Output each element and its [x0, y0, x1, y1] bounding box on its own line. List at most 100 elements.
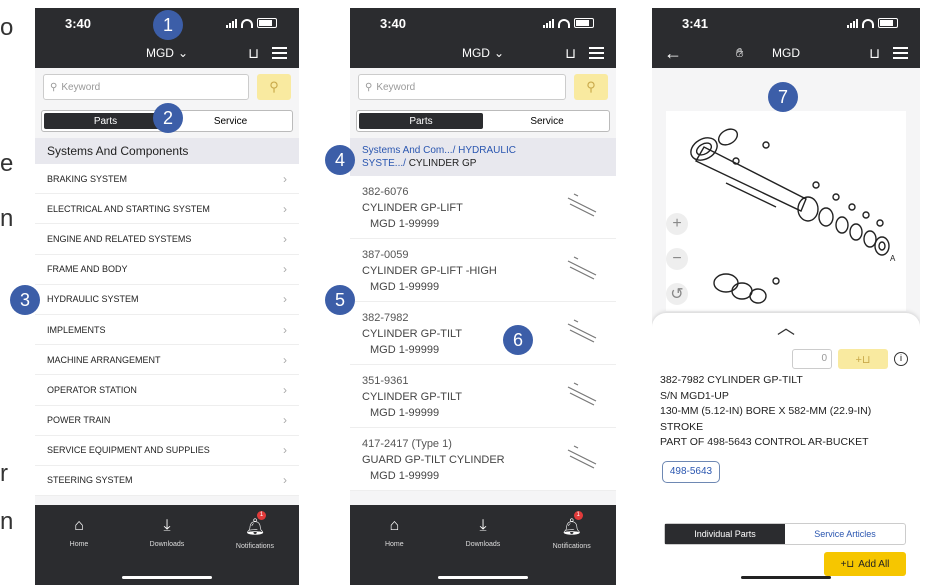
part-thumbnail: [567, 319, 597, 343]
tab-service[interactable]: Service: [169, 111, 292, 131]
cart-icon[interactable]: ⊔: [248, 45, 259, 62]
breadcrumb-link[interactable]: Systems And Com.../: [362, 145, 455, 156]
tab-home[interactable]: ⌂ Home: [359, 517, 429, 585]
tab-individual-parts[interactable]: Individual Parts: [665, 524, 785, 544]
add-to-cart-button[interactable]: +⊔: [838, 349, 888, 369]
description-line: S/N MGD1-UP: [660, 389, 729, 402]
list-item[interactable]: OPERATOR STATION ›: [35, 375, 299, 406]
zoom-in-icon[interactable]: +: [666, 213, 688, 235]
cart-icon[interactable]: ⊔: [565, 45, 576, 62]
annotation-badge: 4: [325, 145, 355, 175]
parts-list: 382-6076 CYLINDER GP-LIFT MGD 1-99999 387-0…: [350, 176, 616, 491]
hamburger-menu-icon[interactable]: [589, 47, 604, 59]
edge-text-fragment: e: [0, 150, 14, 177]
edge-text-fragment: o: [0, 14, 14, 41]
list-item-label: POWER TRAIN: [47, 415, 111, 426]
list-item-label: SERVICE EQUIPMENT AND SUPPLIES: [47, 445, 210, 456]
status-time: 3:41: [682, 15, 709, 31]
list-item[interactable]: STEERING SYSTEM ›: [35, 465, 299, 497]
tab-service[interactable]: Service: [485, 111, 609, 131]
reset-view-icon[interactable]: ↺: [666, 283, 688, 305]
list-item[interactable]: BRAKING SYSTEM ›: [35, 164, 299, 195]
list-item[interactable]: FRAME AND BODY ›: [35, 254, 299, 285]
search-input[interactable]: ⚲ Keyword: [358, 74, 566, 100]
phone-screen-parts: 3:40 MGD ⌄ ⊔ ⚲ Keyword ⚲ Parts Service S…: [350, 8, 616, 585]
description-line: PART OF 498-5643 CONTROL AR-BUCKET: [660, 436, 869, 448]
list-item[interactable]: MACHINE ARRANGEMENT ›: [35, 345, 299, 376]
parts-diagram[interactable]: A: [666, 111, 906, 311]
cart-icon[interactable]: ⊔: [869, 45, 880, 62]
search-button[interactable]: ⚲: [574, 74, 608, 100]
app-header: MGD ⌄ ⊔: [350, 38, 616, 68]
tab-label-notifications: Notifications: [235, 543, 275, 550]
part-row[interactable]: 382-6076 CYLINDER GP-LIFT MGD 1-99999: [350, 176, 616, 239]
tab-label-downloads: Downloads: [149, 541, 185, 548]
part-thumbnail: [567, 445, 597, 469]
tab-downloads[interactable]: ⤓ Downloads: [132, 517, 202, 585]
annotation-badge: 3: [10, 285, 40, 315]
list-item[interactable]: ELECTRICAL AND STARTING SYSTEM ›: [35, 194, 299, 225]
list-item-label: BRAKING SYSTEM: [47, 173, 128, 184]
list-item[interactable]: ENGINE AND RELATED SYSTEMS ›: [35, 224, 299, 255]
status-time: 3:40: [65, 15, 92, 31]
list-item[interactable]: HYDRAULIC SYSTEM ›: [35, 284, 299, 315]
tab-downloads[interactable]: ⤓ Downloads: [448, 517, 518, 585]
chevron-up-icon[interactable]: ︿: [652, 313, 920, 338]
info-icon[interactable]: i: [894, 352, 908, 366]
tab-notifications[interactable]: 1 🔔︎ Notifications: [220, 511, 290, 585]
tab-parts[interactable]: Parts: [44, 113, 167, 129]
tab-notifications[interactable]: 1 🔔︎ Notifications: [537, 511, 607, 585]
cylinder-exploded-view: A: [690, 128, 896, 304]
model-label: MGD: [461, 46, 490, 60]
home-indicator: [741, 576, 831, 579]
tab-service-articles[interactable]: Service Articles: [785, 524, 905, 544]
detail-tabs: Individual Parts Service Articles: [664, 523, 906, 545]
wifi-icon: [558, 18, 570, 28]
part-description: 382-7982 CYLINDER GP-TILT S/N MGD1-UP 130-…: [652, 369, 920, 455]
annotation-badge: 7: [768, 82, 798, 112]
zoom-out-icon[interactable]: −: [666, 248, 688, 270]
parent-part-link[interactable]: 498-5643: [662, 460, 720, 483]
download-icon: ⤓: [163, 517, 171, 534]
search-input[interactable]: ⚲ Keyword: [43, 74, 249, 100]
description-line: STROKE: [660, 420, 704, 433]
breadcrumb-link[interactable]: HYDRAULIC: [458, 145, 516, 156]
hand-icon[interactable]: ✋︎: [736, 45, 743, 61]
list-item[interactable]: SERVICE EQUIPMENT AND SUPPLIES ›: [35, 435, 299, 466]
part-thumbnail: [567, 256, 597, 280]
part-row[interactable]: 387-0059 CYLINDER GP-LIFT -HIGH MGD 1-9999…: [350, 239, 616, 302]
cart-plus-icon: +⊔: [840, 558, 855, 570]
search-icon: ⚲: [269, 79, 279, 94]
tab-home[interactable]: ⌂ Home: [44, 517, 114, 585]
hamburger-menu-icon[interactable]: [272, 47, 287, 59]
wifi-icon: [241, 18, 253, 28]
add-all-label: Add All: [858, 558, 890, 570]
list-item-label: MACHINE ARRANGEMENT: [47, 354, 161, 365]
list-item-label: ELECTRICAL AND STARTING SYSTEM: [47, 203, 210, 214]
back-arrow-icon[interactable]: ←: [664, 43, 682, 64]
tab-parts[interactable]: Parts: [359, 113, 483, 129]
list-item-label: IMPLEMENTS: [47, 324, 106, 335]
search-button[interactable]: ⚲: [257, 74, 291, 100]
hamburger-menu-icon[interactable]: [893, 47, 908, 59]
list-item[interactable]: IMPLEMENTS ›: [35, 314, 299, 346]
quantity-input[interactable]: 0: [792, 349, 832, 369]
chevron-right-icon: ›: [283, 413, 287, 428]
bell-icon: 🔔︎: [244, 519, 266, 536]
parts-service-toggle: Parts Service: [356, 110, 610, 132]
part-row[interactable]: 351-9361 CYLINDER GP-TILT MGD 1-99999: [350, 365, 616, 428]
part-row[interactable]: 382-7982 CYLINDER GP-TILT MGD 1-99999: [350, 302, 616, 365]
chevron-right-icon: ›: [283, 322, 287, 337]
list-item-label: OPERATOR STATION: [47, 384, 137, 395]
model-label: MGD: [772, 46, 800, 60]
model-selector[interactable]: MGD ⌄: [462, 46, 504, 60]
part-row[interactable]: 417-2417 (Type 1) GUARD GP-TILT CYLINDER M…: [350, 428, 616, 491]
list-item[interactable]: POWER TRAIN ›: [35, 405, 299, 436]
annotation-badge: 6: [503, 325, 533, 355]
search-icon: ⚲: [50, 81, 58, 93]
battery-icon: [574, 18, 594, 28]
breadcrumb-link[interactable]: SYSTE.../: [362, 158, 406, 169]
model-selector[interactable]: MGD ⌄: [146, 46, 188, 60]
add-all-button[interactable]: +⊔ Add All: [824, 552, 906, 576]
app-header: MGD ⌄ ⊔: [35, 38, 299, 68]
